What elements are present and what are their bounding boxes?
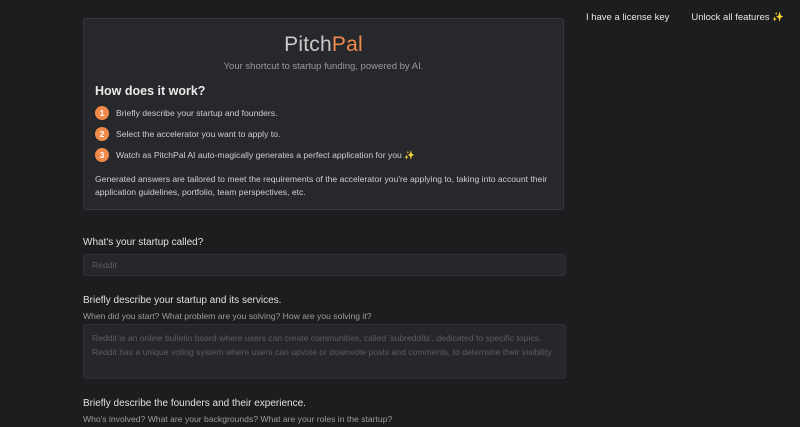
brand-pitch: Pitch bbox=[284, 33, 332, 56]
how-it-works-heading: How does it work? bbox=[95, 84, 206, 98]
unlock-features-link[interactable]: Unlock all features ✨ bbox=[691, 12, 784, 23]
startup-description-label: Briefly describe your startup and its se… bbox=[83, 295, 282, 306]
intro-note: Generated answers are tailored to meet t… bbox=[95, 174, 548, 197]
startup-name-label: What's your startup called? bbox=[83, 237, 204, 248]
license-key-link[interactable]: I have a license key bbox=[586, 12, 669, 23]
intro-card: PitchPal Your shortcut to startup fundin… bbox=[83, 18, 564, 210]
brand-logo: PitchPal bbox=[84, 33, 563, 57]
founders-help: Who's involved? What are your background… bbox=[83, 414, 393, 424]
startup-description-help: When did you start? What problem are you… bbox=[83, 311, 372, 321]
step-text: Select the accelerator you want to apply… bbox=[116, 129, 281, 139]
step-number-badge: 3 bbox=[95, 148, 109, 162]
step-2: 2 Select the accelerator you want to app… bbox=[95, 127, 280, 141]
step-number-badge: 2 bbox=[95, 127, 109, 141]
startup-name-input[interactable] bbox=[83, 254, 566, 276]
brand-pal: Pal bbox=[331, 33, 363, 56]
step-text: Watch as PitchPal AI auto-magically gene… bbox=[116, 149, 415, 160]
tagline: Your shortcut to startup funding, powere… bbox=[223, 61, 424, 72]
founders-label: Briefly describe the founders and their … bbox=[83, 398, 306, 409]
step-3: 3 Watch as PitchPal AI auto-magically ge… bbox=[95, 148, 415, 162]
step-number-badge: 1 bbox=[95, 106, 109, 120]
top-nav: I have a license key Unlock all features… bbox=[586, 12, 784, 23]
step-text: Briefly describe your startup and founde… bbox=[116, 108, 278, 118]
step-1: 1 Briefly describe your startup and foun… bbox=[95, 106, 277, 120]
startup-description-textarea[interactable] bbox=[83, 324, 566, 379]
